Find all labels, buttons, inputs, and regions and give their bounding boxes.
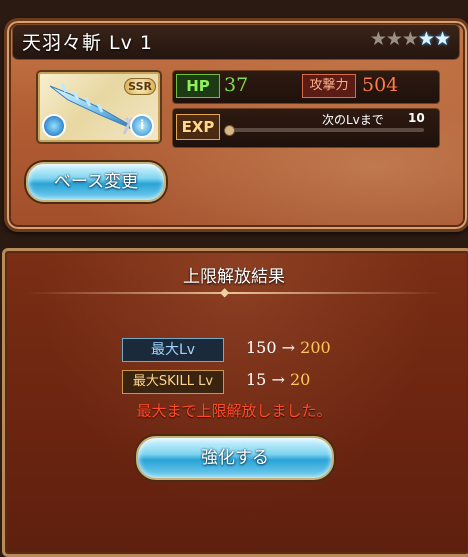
uncap-stars: ★★★★★: [369, 28, 451, 50]
star-blue-icon: ★★: [417, 28, 451, 50]
exp-bar: [224, 125, 424, 136]
enhance-button[interactable]: 強化する: [136, 436, 334, 480]
hp-label: HP: [176, 74, 220, 98]
max-skill-level-change: 15 → 20: [246, 370, 310, 389]
arrow-icon: →: [281, 338, 296, 357]
exp-bar-knob: [224, 125, 235, 136]
water-element-icon: [42, 114, 66, 138]
exp-label: EXP: [176, 114, 220, 140]
next-level-value: 10: [408, 111, 425, 125]
result-title: 上限解放結果: [183, 267, 285, 287]
next-level-label: 次のLvまで: [322, 113, 384, 127]
base-change-button[interactable]: ベース変更: [26, 162, 166, 202]
rarity-badge: SSR: [124, 78, 156, 95]
divider: [26, 292, 442, 294]
max-level-change: 150 → 200: [246, 338, 331, 357]
star-bronze-icon: ★★★: [369, 28, 419, 50]
max-level-to: 200: [300, 338, 331, 357]
arrow-icon: →: [271, 370, 285, 389]
skill-level-from: 15: [246, 370, 267, 389]
result-message: 最大まで上限解放しました。: [136, 402, 332, 420]
max-level-label: 最大Lv: [122, 338, 224, 362]
attack-value: 504: [362, 74, 399, 96]
ornament-icon: ◆: [220, 285, 230, 299]
weapon-thumbnail[interactable]: SSR i: [38, 72, 160, 142]
hp-value: 37: [224, 74, 249, 96]
weapon-title: 天羽々斬 Lv 1: [22, 32, 153, 54]
attack-label: 攻撃力: [302, 74, 356, 98]
max-skill-level-label: 最大SKILL Lv: [122, 370, 224, 394]
skill-level-to: 20: [289, 370, 311, 389]
info-icon[interactable]: i: [130, 114, 154, 138]
max-level-from: 150: [246, 338, 277, 357]
